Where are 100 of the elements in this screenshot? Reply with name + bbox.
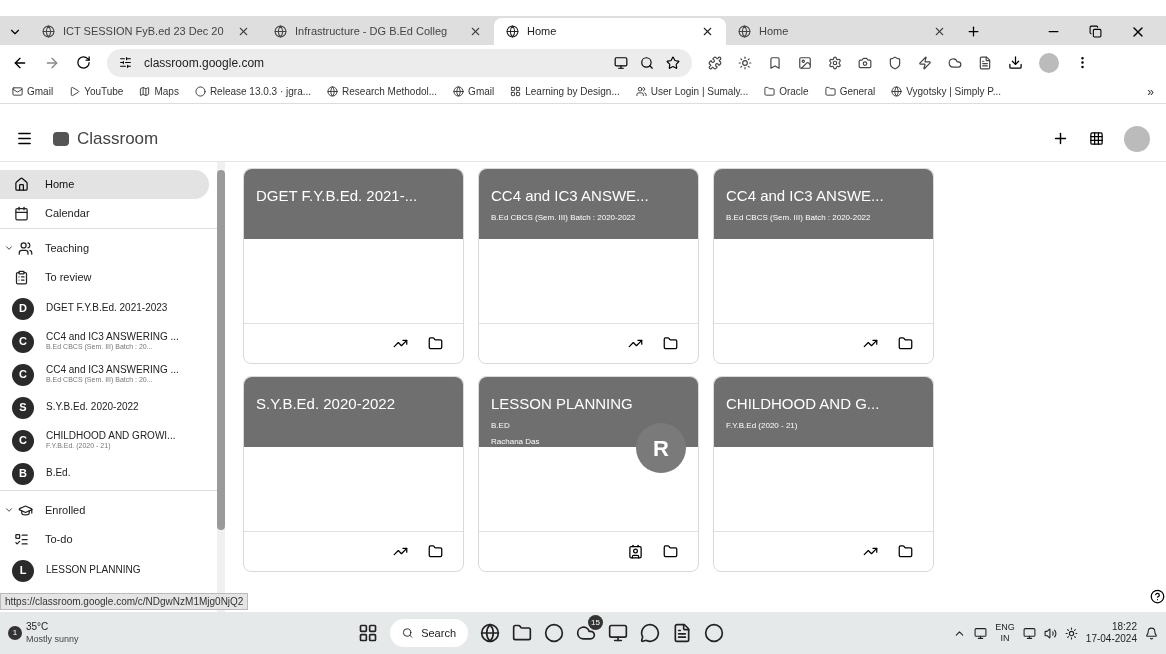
bookmark-favicon-icon <box>327 86 339 97</box>
card-title: CHILDHOOD AND G... <box>726 394 881 414</box>
search-icon[interactable] <box>640 55 654 70</box>
app-icon[interactable] <box>544 623 564 643</box>
extension-icon[interactable] <box>798 55 812 70</box>
sidebar-item[interactable]: L LESSON PLANNING <box>0 554 209 587</box>
browser-icon[interactable] <box>480 623 500 643</box>
nav-icon <box>14 270 29 285</box>
close-icon[interactable] <box>469 25 482 38</box>
sidebar-item[interactable]: To review <box>0 263 209 292</box>
reload-icon[interactable] <box>76 55 91 70</box>
extension-icon[interactable] <box>978 55 992 70</box>
bookmark-link[interactable]: General <box>839 84 876 99</box>
app-icon[interactable] <box>608 623 628 643</box>
restore-icon[interactable] <box>1089 25 1102 38</box>
status-url: https://classroom.google.com/c/NDgwNzM1Mjg0NjQ2 <box>0 593 249 610</box>
help-icon[interactable] <box>1149 589 1165 604</box>
more-bookmarks[interactable]: » <box>1147 82 1154 101</box>
portrait-icon[interactable] <box>628 544 643 559</box>
site-settings-icon[interactable] <box>119 56 132 69</box>
extension-icon[interactable] <box>828 55 842 70</box>
menu-icon[interactable] <box>16 130 33 147</box>
extension-icon[interactable] <box>858 55 872 70</box>
folder-icon[interactable] <box>663 336 678 351</box>
add-icon[interactable] <box>1052 130 1069 147</box>
class-card[interactable]: S.Y.B.Ed. 2020-2022 <box>243 376 464 572</box>
extension-icon[interactable] <box>708 55 722 70</box>
card-title: CC4 and IC3 ANSWE... <box>726 186 885 206</box>
sidebar-item[interactable]: B B.Ed. <box>0 457 209 490</box>
caret-icon <box>4 243 14 253</box>
sidebar-item[interactable]: D DGET F.Y.B.Ed. 2021-2023 <box>0 292 209 325</box>
bookmark-link[interactable]: Gmail <box>468 84 495 99</box>
sidebar-item[interactable]: To-do <box>0 525 209 554</box>
bookmark-link[interactable]: Gmail <box>27 84 54 99</box>
download-icon[interactable] <box>1008 55 1023 70</box>
close-icon[interactable] <box>237 25 250 38</box>
class-card[interactable]: CC4 and IC3 ANSWE... B.Ed CBCS (Sem. III) Batch : 2020-2022 <box>713 168 934 364</box>
document-icon[interactable] <box>672 623 692 643</box>
class-avatar: C <box>12 429 34 452</box>
extension-icon[interactable] <box>918 55 932 70</box>
browser-tab[interactable]: Home <box>494 18 726 45</box>
bookmark-link[interactable]: Oracle <box>779 84 809 99</box>
folder-icon[interactable] <box>428 336 443 351</box>
start-icon[interactable] <box>358 623 378 643</box>
class-card[interactable]: CHILDHOOD AND G... F.Y.B.Ed (2020 - 21) <box>713 376 934 572</box>
notifications-icon[interactable] <box>1145 626 1158 640</box>
class-card[interactable]: DGET F.Y.B.Ed. 2021-... <box>243 168 464 364</box>
chat-icon[interactable] <box>640 623 660 643</box>
bookmark-star-icon[interactable] <box>666 55 680 70</box>
app-title: Classroom <box>77 127 159 150</box>
bookmark-link[interactable]: Maps <box>154 84 179 99</box>
class-name: S.Y.B.Ed. 2020-2022 <box>46 401 139 414</box>
section-header[interactable]: Teaching <box>0 233 217 263</box>
language-indicator[interactable]: ENG IN <box>995 621 1015 645</box>
extension-icon[interactable] <box>888 55 902 70</box>
close-icon[interactable] <box>933 25 946 38</box>
section-icon <box>18 240 33 256</box>
sidebar-item[interactable]: Home <box>0 170 209 199</box>
class-name: CC4 and IC3 ANSWERING ... <box>46 330 179 344</box>
folder-icon[interactable] <box>898 336 913 351</box>
bookmark-link[interactable]: Vygotsky | Simply P... <box>906 84 1002 99</box>
app-icon[interactable] <box>704 623 724 643</box>
folder-icon[interactable] <box>512 623 532 643</box>
bookmark-favicon-icon <box>891 86 903 97</box>
clock[interactable]: 18:22 17-04-2024 <box>1085 620 1137 646</box>
sidebar-item[interactable]: S S.Y.B.Ed. 2020-2022 <box>0 391 209 424</box>
folder-icon[interactable] <box>663 544 678 559</box>
extension-icon[interactable] <box>768 55 782 70</box>
apps-icon[interactable] <box>1089 131 1104 146</box>
tab-title: ICT SESSION FyB.ed 23 Dec 20 <box>63 24 225 40</box>
bookmark-link[interactable]: Learning by Design... <box>525 84 620 99</box>
address-bar[interactable]: classroom.google.com <box>107 48 692 77</box>
install-icon[interactable] <box>614 55 628 70</box>
class-card[interactable]: LESSON PLANNING B.ED Rachana Das R <box>478 376 699 572</box>
class-avatar: C <box>12 363 34 386</box>
tray-icon[interactable] <box>974 626 988 640</box>
new-tab-icon[interactable] <box>966 24 981 39</box>
folder-icon[interactable] <box>898 544 913 559</box>
class-avatar: B <box>12 462 34 485</box>
class-name: CC4 and IC3 ANSWERING ... <box>46 363 179 377</box>
card-subtitle: B.Ed CBCS (Sem. III) Batch : 2020-2022 <box>726 211 872 224</box>
extension-icon[interactable] <box>948 55 962 70</box>
notification-badge: 15 <box>588 615 603 630</box>
volume-icon[interactable] <box>1043 626 1057 640</box>
bookmark-favicon-icon <box>139 86 151 97</box>
search-icon <box>402 627 414 639</box>
folder-icon[interactable] <box>428 544 443 559</box>
section-header[interactable]: Enrolled <box>0 495 217 525</box>
bookmark-link[interactable]: Release 13.0.3 · jgra... <box>209 84 312 99</box>
bookmark-link[interactable]: Research Methodol... <box>342 84 438 99</box>
bookmark-link[interactable]: YouTube <box>84 84 124 99</box>
close-icon[interactable] <box>701 25 714 38</box>
cloud-icon[interactable] <box>576 623 596 643</box>
weather-temperature: 35°C <box>26 621 50 634</box>
class-card[interactable]: CC4 and IC3 ANSWE... B.Ed CBCS (Sem. III) Batch : 2020-2022 <box>478 168 699 364</box>
taskbar-search[interactable]: Search <box>390 619 468 647</box>
sidebar-item[interactable]: Calendar <box>0 199 209 228</box>
bookmark-link[interactable]: User Login | Sumaly... <box>650 84 749 99</box>
class-avatar: S <box>12 396 34 419</box>
extension-icon[interactable] <box>738 55 752 70</box>
